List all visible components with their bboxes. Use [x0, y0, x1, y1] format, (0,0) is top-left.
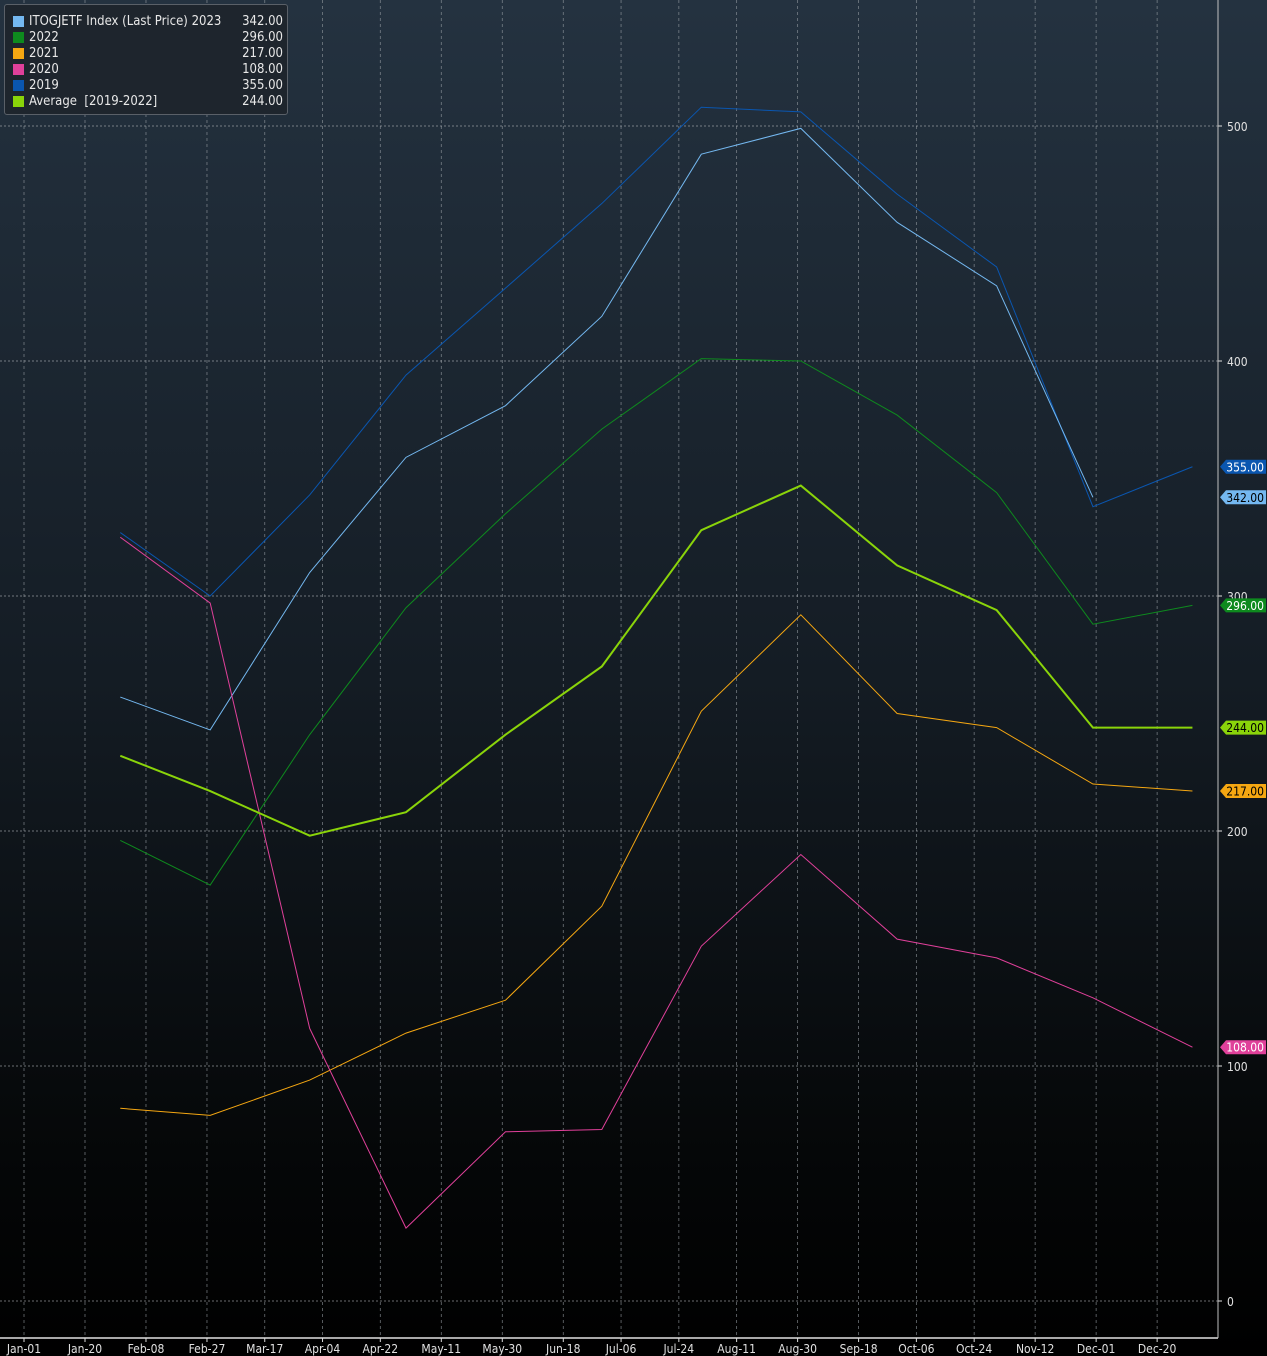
- x-tick-label: Jul-24: [663, 1342, 695, 1356]
- legend-swatch: [13, 63, 24, 75]
- legend-swatch: [13, 95, 24, 107]
- legend-value: 217.00: [242, 45, 283, 61]
- x-tick-label: Feb-08: [128, 1342, 165, 1356]
- x-tick-label: May-30: [482, 1342, 522, 1356]
- x-tick-label: Dec-01: [1077, 1342, 1116, 1356]
- last-value-tag: 296.00: [1220, 598, 1266, 613]
- x-tick-label: Jan-01: [6, 1342, 41, 1356]
- legend-value: 108.00: [242, 61, 283, 77]
- legend-value: 296.00: [242, 29, 283, 45]
- x-tick-label: Jan-20: [67, 1342, 102, 1356]
- y-tick-label: 400: [1227, 355, 1248, 369]
- x-tick-label: Jun-18: [545, 1342, 581, 1356]
- x-tick-label: Nov-12: [1016, 1342, 1054, 1356]
- series-line-4: [120, 106, 1193, 597]
- y-tick-label: 500: [1227, 120, 1248, 134]
- last-value-text: 296.00: [1226, 599, 1264, 613]
- x-tick-label: Apr-04: [305, 1342, 341, 1356]
- legend-item: 2022 296.00: [13, 29, 283, 45]
- last-value-text: 244.00: [1226, 721, 1264, 735]
- legend-label: 2021: [29, 45, 59, 61]
- series-line-5: [119, 484, 1193, 837]
- last-value-tag: 244.00: [1220, 720, 1266, 735]
- legend-label: ITOGJETF Index (Last Price) 2023: [29, 13, 222, 29]
- legend-item: ITOGJETF Index (Last Price) 2023 342.00: [13, 13, 283, 29]
- chart-window: Jan-01 Jan-20 Feb-08 Feb-27 Mar-17 Apr-04 Apr-…: [0, 0, 1267, 1356]
- legend-item: 2019 355.00: [13, 77, 283, 93]
- legend-swatch: [13, 47, 24, 59]
- last-value-tag: 355.00: [1220, 459, 1266, 474]
- legend-label: Average [2019-2022]: [29, 93, 158, 109]
- series-line-0: [120, 127, 1094, 731]
- x-tick-label: Jul-06: [605, 1342, 637, 1356]
- y-tick-label: 100: [1227, 1060, 1248, 1074]
- legend-value: 342.00: [242, 13, 283, 29]
- legend-value: 244.00: [242, 93, 283, 109]
- series-line-3: [120, 536, 1193, 1229]
- last-value-text: 108.00: [1226, 1041, 1264, 1055]
- x-tick-label: Feb-27: [189, 1342, 226, 1356]
- series-line-2: [120, 614, 1193, 1116]
- legend-label: 2019: [29, 77, 59, 93]
- legend-swatch: [13, 79, 24, 91]
- x-tick-label: Mar-17: [246, 1342, 283, 1356]
- last-value-tag: 342.00: [1220, 490, 1266, 505]
- last-value-text: 217.00: [1226, 785, 1264, 799]
- last-value-tag: 217.00: [1220, 784, 1266, 799]
- x-tick-label: May-11: [421, 1342, 461, 1356]
- last-value-text: 355.00: [1226, 460, 1264, 474]
- series-line-1: [120, 358, 1193, 886]
- x-tick-label: Aug-11: [717, 1342, 756, 1356]
- x-tick-label: Dec-20: [1138, 1342, 1177, 1356]
- x-tick-label: Sep-18: [840, 1342, 878, 1356]
- legend-value: 355.00: [242, 77, 283, 93]
- line-chart: Jan-01 Jan-20 Feb-08 Feb-27 Mar-17 Apr-04 Apr-…: [0, 0, 1266, 1356]
- x-tick-label: Oct-06: [898, 1342, 934, 1356]
- y-tick-label: 200: [1227, 825, 1248, 839]
- legend-item: 2020 108.00: [13, 61, 283, 77]
- legend: ITOGJETF Index (Last Price) 2023 342.00 20…: [4, 4, 288, 115]
- last-value-tag: 108.00: [1220, 1040, 1266, 1055]
- legend-swatch: [13, 15, 24, 27]
- legend-item: Average [2019-2022] 244.00: [13, 93, 283, 109]
- x-tick-label: Aug-30: [778, 1342, 817, 1356]
- x-tick-label: Oct-24: [956, 1342, 992, 1356]
- legend-label: 2020: [29, 61, 59, 77]
- y-tick-label: 0: [1227, 1295, 1234, 1309]
- x-tick-label: Apr-22: [363, 1342, 399, 1356]
- last-value-text: 342.00: [1226, 491, 1264, 505]
- legend-item: 2021 217.00: [13, 45, 283, 61]
- legend-swatch: [13, 31, 24, 43]
- legend-label: 2022: [29, 29, 59, 45]
